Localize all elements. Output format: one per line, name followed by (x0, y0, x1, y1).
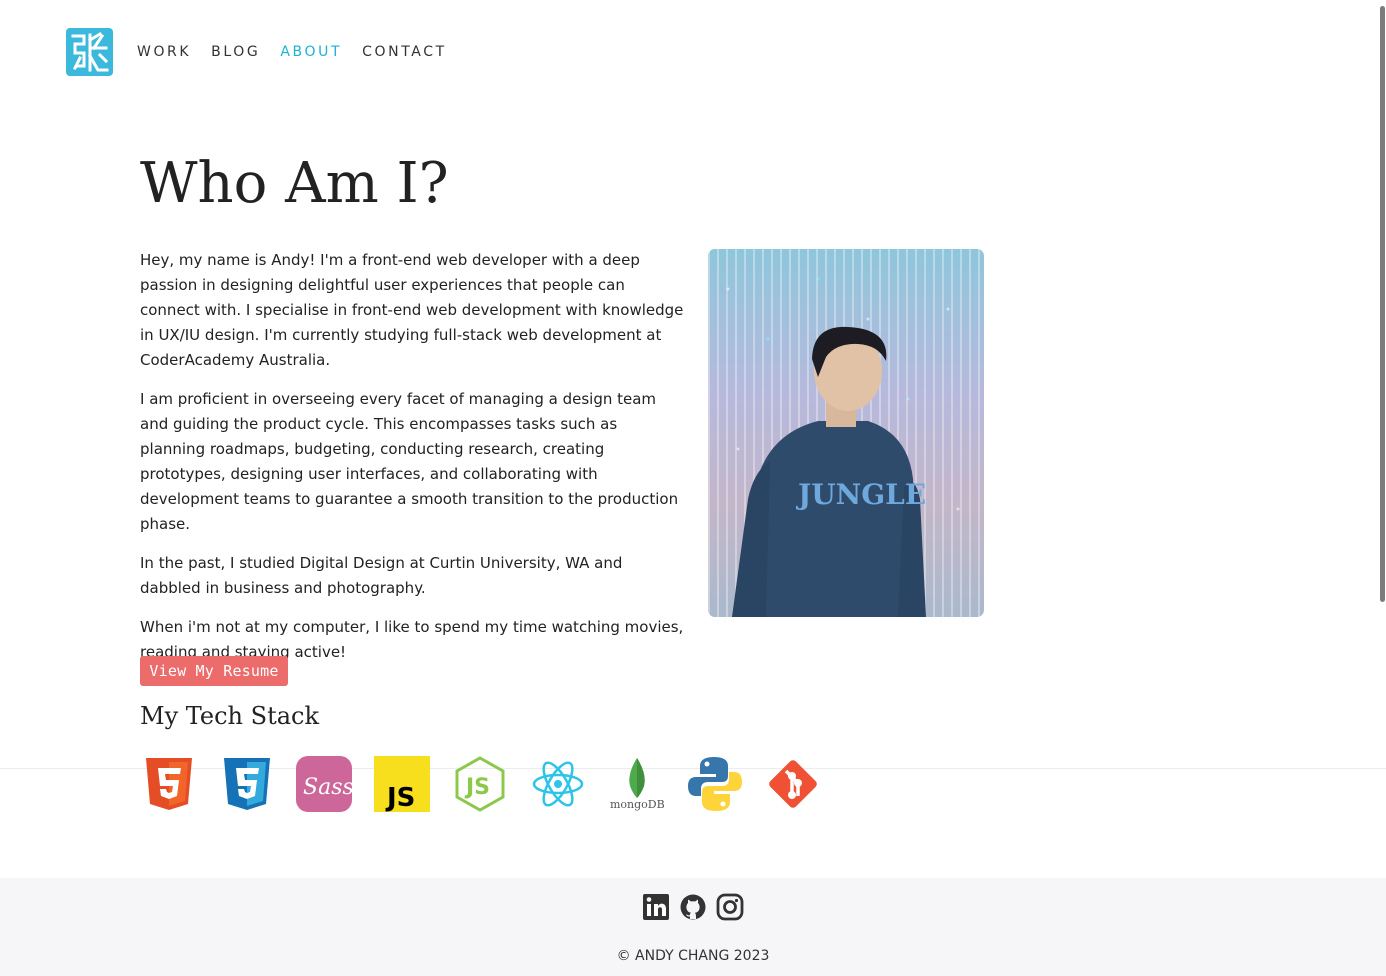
linkedin-icon[interactable] (642, 893, 670, 921)
copyright-text: © ANDY CHANG 2023 (616, 948, 770, 964)
main-nav: WORK BLOG ABOUT CONTACT (137, 44, 467, 60)
git-icon (769, 760, 817, 808)
svg-text:JS: JS (464, 775, 490, 800)
nav-contact[interactable]: CONTACT (362, 44, 447, 60)
portrait-photo: JUNGLE (708, 249, 984, 617)
scrollbar-thumb[interactable] (1380, 6, 1385, 602)
view-resume-button[interactable]: View My Resume (140, 656, 288, 686)
html5-icon (146, 758, 192, 810)
python-icon (688, 757, 742, 811)
tech-stack-title: My Tech Stack (140, 702, 320, 730)
instagram-icon[interactable] (716, 893, 744, 921)
bio-paragraph-1: Hey, my name is Andy! I'm a front-end we… (140, 251, 684, 369)
mongodb-icon: mongoDB (610, 758, 665, 811)
bio-paragraph-2: I am proficient in overseeing every face… (140, 390, 679, 533)
nav-blog[interactable]: BLOG (211, 44, 260, 60)
bio-paragraph-3: In the past, I studied Digital Design at… (140, 554, 623, 597)
javascript-icon: JS (374, 756, 430, 813)
nav-about[interactable]: ABOUT (280, 44, 342, 60)
svg-text:Sass: Sass (303, 775, 353, 800)
nodejs-icon: JS (455, 756, 505, 812)
bio-text: Hey, my name is Andy! I'm a front-end we… (140, 248, 685, 679)
portrait-illustration: JUNGLE (726, 277, 960, 617)
svg-text:JS: JS (385, 783, 415, 813)
page-title: Who Am I? (140, 151, 449, 216)
react-icon (532, 761, 584, 807)
logo-icon[interactable] (66, 28, 113, 76)
nav-work[interactable]: WORK (137, 44, 191, 60)
svg-text:mongoDB: mongoDB (610, 798, 665, 811)
css3-icon (224, 758, 270, 810)
sass-icon: Sass (296, 756, 353, 812)
page-scrollbar[interactable] (1378, 0, 1386, 976)
svg-text:JUNGLE: JUNGLE (795, 478, 926, 511)
github-icon[interactable] (679, 893, 707, 921)
